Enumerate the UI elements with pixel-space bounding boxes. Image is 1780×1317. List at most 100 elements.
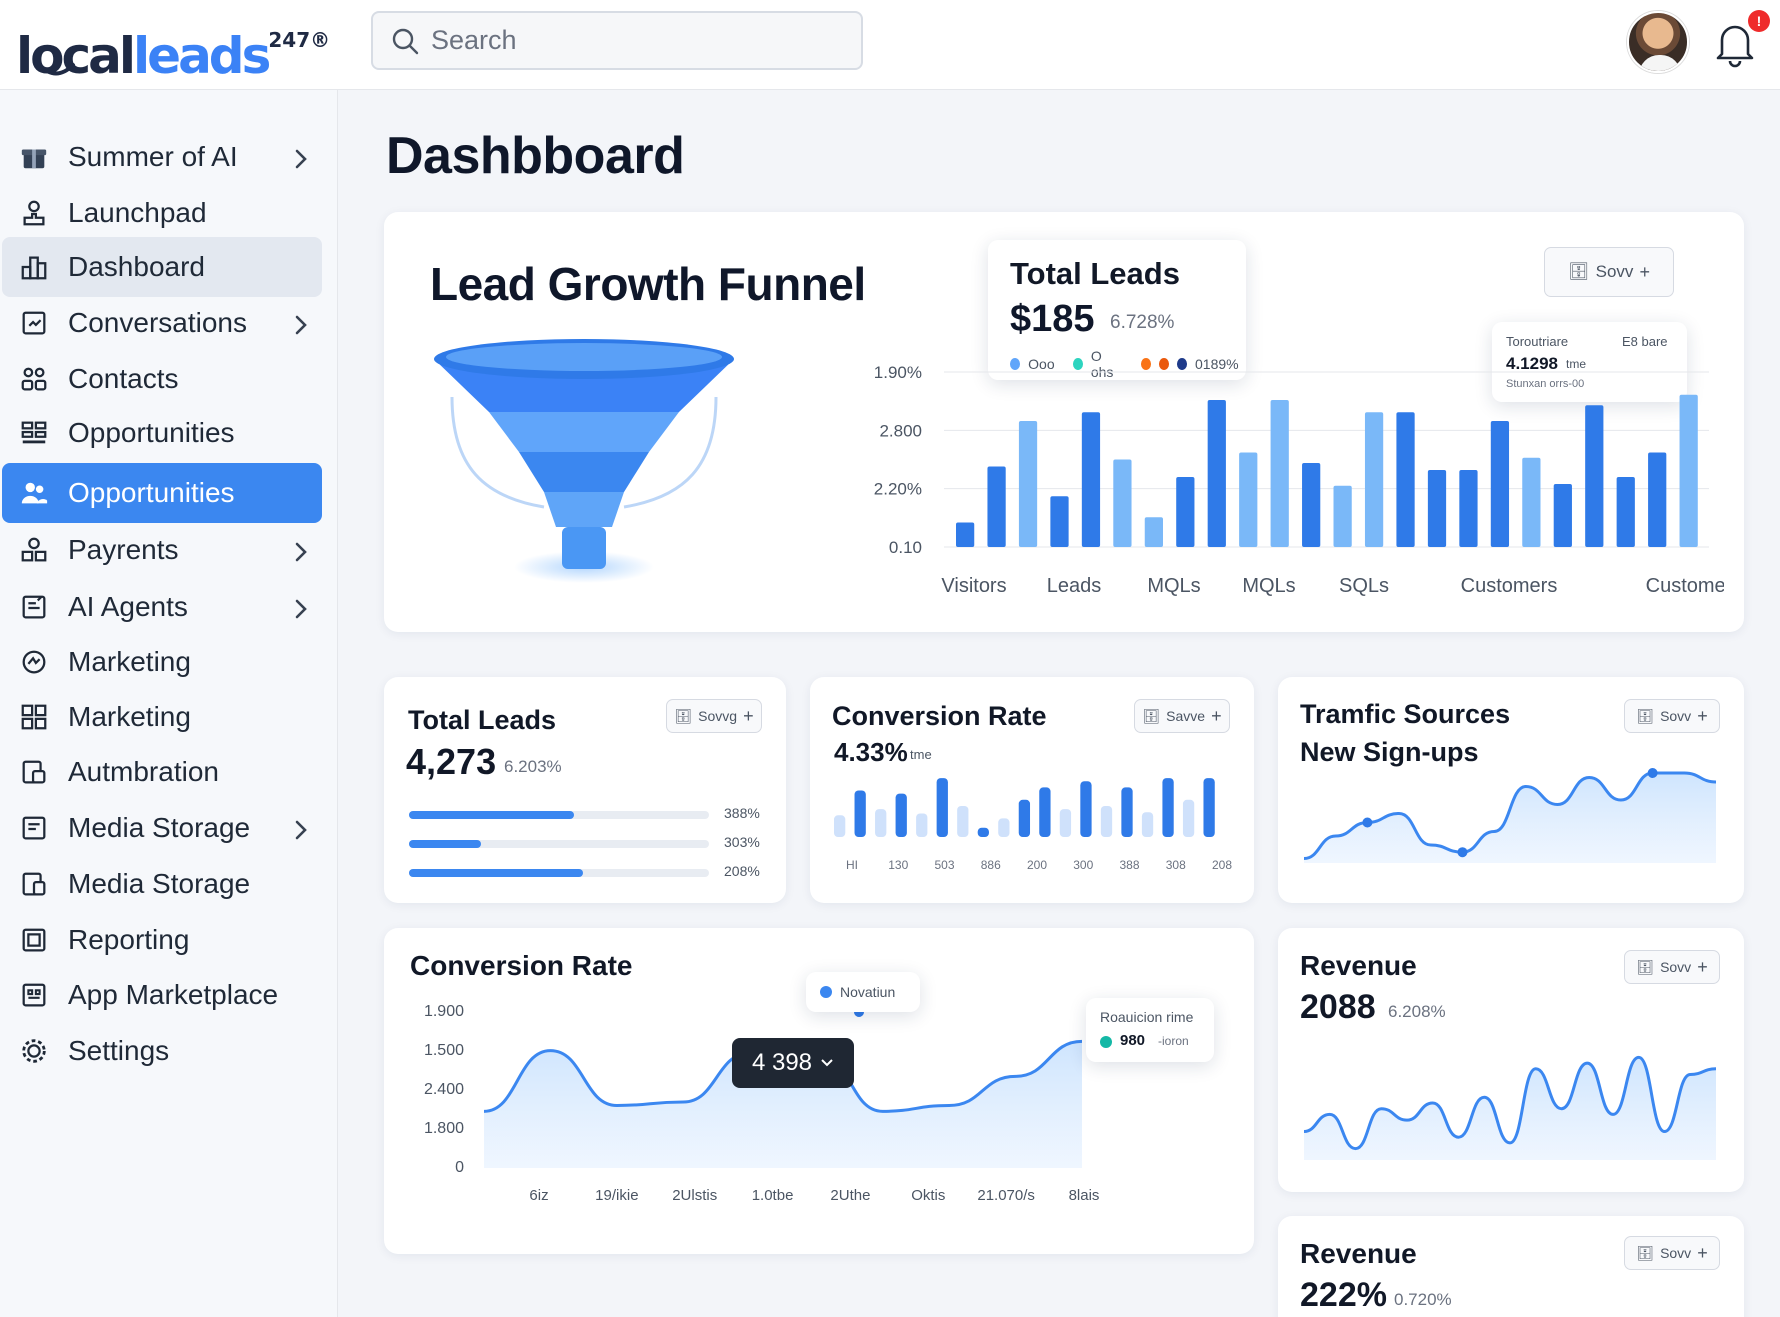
gear-icon [18,1035,50,1067]
total-leads-value: 4,273 [406,741,497,782]
data-point[interactable] [1362,817,1373,828]
bar[interactable] [1121,787,1133,837]
bar[interactable] [1141,812,1154,837]
sidebar-item-marketing[interactable]: Marketing [2,687,322,747]
save-button[interactable]: 🗄 Sovv + [1544,247,1674,297]
bar[interactable] [1333,485,1352,547]
bar[interactable] [1490,421,1510,547]
bar[interactable] [1081,412,1101,547]
value-tooltip[interactable]: 4 398 [732,1038,854,1088]
progress-fill [409,811,574,819]
user-avatar[interactable] [1627,11,1689,73]
automation-icon [18,756,50,788]
save-icon: 🗄 [1636,958,1655,975]
bar[interactable] [834,815,846,837]
bar[interactable] [998,818,1010,837]
bar[interactable] [1203,778,1215,837]
bar[interactable] [1364,412,1384,547]
bar[interactable] [1144,517,1163,547]
bar[interactable] [1270,400,1289,547]
save-button[interactable]: 🗄 Sovvg + [666,699,762,733]
bar[interactable] [987,466,1006,548]
bar[interactable] [1207,400,1226,547]
bar[interactable] [1427,470,1447,547]
bar[interactable] [916,813,928,837]
sidebar-item-summer-of-ai[interactable]: Summer of AI [2,127,322,187]
bar[interactable] [895,793,907,837]
bar[interactable] [1396,412,1415,547]
legend-tooltip: Novatiun [806,972,920,1012]
save-button[interactable]: 🗄 Sovv + [1624,950,1720,984]
x-tick-label: 308 [1166,858,1186,872]
search-icon [392,28,419,54]
progress-label: 303% [724,834,760,850]
sidebar-item-launchpad[interactable]: Launchpad [2,183,322,243]
bar[interactable] [1648,452,1667,548]
bar[interactable] [1113,459,1132,548]
users-icon [18,477,50,509]
sidebar-item-settings[interactable]: Settings [2,1021,322,1081]
bar[interactable] [956,522,975,548]
x-tick-label: 21.070/s [977,1187,1035,1204]
sidebar-item-app-marketplace[interactable]: App Marketplace [2,965,322,1025]
plus-icon: + [1697,956,1708,977]
x-tick-label: 503 [934,858,954,872]
bar[interactable] [936,778,948,837]
bar[interactable] [1553,484,1572,547]
bar[interactable] [1018,421,1038,547]
sidebar-item-label: Payrents [68,534,179,565]
tooltip-label: Toroutriare [1506,334,1569,349]
bar[interactable] [1239,452,1258,548]
bar[interactable] [1302,463,1321,547]
bar[interactable] [1176,477,1195,547]
bar[interactable] [1050,496,1069,547]
bar[interactable] [1522,457,1541,547]
contacts-icon [18,363,50,395]
sidebar-item-conversations[interactable]: Conversations [2,293,322,353]
save-button[interactable]: 🗄 Savve + [1134,699,1230,733]
plus-icon: + [1697,1242,1708,1263]
sidebar-item-dashboard[interactable]: Dashboard [2,237,322,297]
popup-value: $185 [1010,298,1095,340]
bar[interactable] [1080,781,1092,837]
bar[interactable] [1679,394,1698,547]
sidebar-item-media-storage[interactable]: Media Storage [2,854,322,914]
bar[interactable] [1018,799,1031,837]
bar[interactable] [1162,778,1174,837]
sidebar-item-reporting[interactable]: Reporting [2,910,322,970]
traffic-title: Tramfic Sources [1300,699,1511,729]
search-input[interactable]: Search [371,11,863,70]
progress-label: 388% [724,805,760,821]
bar[interactable] [875,809,887,837]
sidebar-item-media-storage[interactable]: Media Storage [2,798,322,858]
sidebar-item-autmbration[interactable]: Autmbration [2,742,322,802]
save-button[interactable]: 🗄 Sovv + [1624,699,1720,733]
gift-icon [18,141,50,173]
bar[interactable] [957,806,969,837]
save-button[interactable]: 🗄 Sovv + [1624,1236,1720,1270]
sidebar-item-payrents[interactable]: Payrents [2,520,322,580]
sidebar-item-ai-agents[interactable]: AI Agents [2,577,322,637]
y-tick-label: 2.800 [879,421,922,440]
sidebar-item-opportunities[interactable]: Opportunities [2,403,322,463]
bar[interactable] [1182,799,1195,837]
brand-logo[interactable]: localleads247® [16,12,330,84]
data-point[interactable] [1457,847,1468,858]
layout-icon [18,701,50,733]
bar[interactable] [1616,477,1635,547]
bar[interactable] [1039,787,1051,837]
sidebar-item-marketing[interactable]: Marketing [2,632,322,692]
revenue-value: 2088 [1300,988,1376,1026]
conversion-rate-mini-card: Conversion Rate 4.33% tme 🗄 Savve + HI 130 5… [810,677,1254,903]
bar[interactable] [1459,470,1478,547]
robot-icon [18,591,50,623]
progress-bar [409,869,709,877]
data-point[interactable] [1647,768,1658,778]
bar[interactable] [854,790,866,838]
sidebar-item-opportunities[interactable]: Opportunities [2,463,322,523]
bar[interactable] [1585,405,1604,547]
bar[interactable] [977,827,989,837]
sidebar-item-contacts[interactable]: Contacts [2,349,322,409]
bar[interactable] [1059,809,1072,837]
bar[interactable] [1100,806,1113,837]
